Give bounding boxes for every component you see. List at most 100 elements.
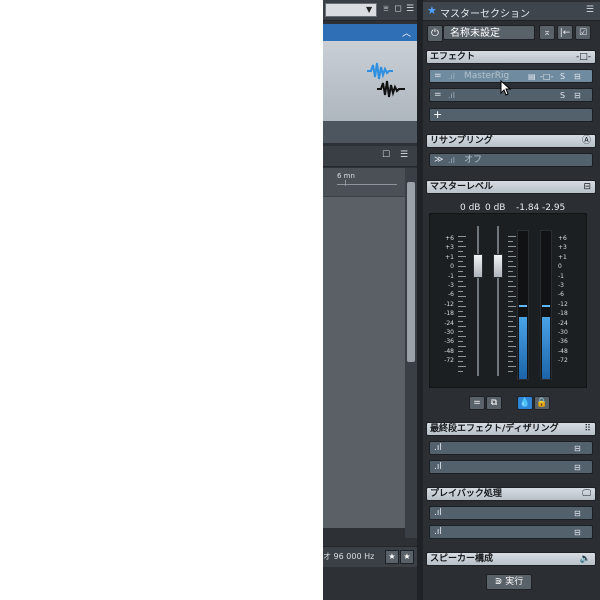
playback-header[interactable]: プレイバック処理 🖵: [426, 487, 596, 501]
load-preset-icon[interactable]: |←: [557, 25, 573, 40]
lock-icon[interactable]: 🔒: [534, 396, 550, 410]
checkbox-icon[interactable]: ☐: [381, 150, 391, 161]
playback-title: プレイバック処理: [430, 489, 502, 499]
bypass-icon[interactable]: -□-: [540, 70, 553, 83]
tick-mark: [458, 356, 466, 357]
scale-tick-label: -72: [558, 357, 568, 365]
tick-mark: [508, 346, 516, 347]
edit-icon[interactable]: ▤: [528, 70, 536, 83]
monitor-icon[interactable]: 🖵: [582, 488, 591, 501]
tick-mark: [508, 356, 516, 357]
scrollbar-thumb[interactable]: [407, 182, 415, 362]
scale-tick-label: -36: [558, 338, 568, 346]
tick-mark: [508, 276, 516, 277]
solo-icon[interactable]: S: [560, 89, 565, 102]
tick-mark: [458, 246, 466, 247]
preset-menu-icon[interactable]: ⌅: [539, 25, 555, 40]
tick-mark: [458, 366, 466, 367]
filter-icon[interactable]: ⩸: [381, 4, 391, 15]
tick-mark: [458, 251, 463, 252]
tick-mark: [458, 346, 466, 347]
mouse-cursor-icon: [500, 80, 512, 96]
resampling-slot[interactable]: ≫ .ıl オフ: [429, 153, 593, 167]
resample-icon[interactable]: Ⓐ: [582, 135, 591, 148]
meter-bars-icon: .ıl: [434, 527, 442, 537]
gain-right-value[interactable]: 0 dB: [485, 203, 505, 213]
fader-right-cap[interactable]: [493, 254, 503, 278]
drag-handle-icon[interactable]: =: [434, 89, 442, 102]
tick-mark: [458, 236, 466, 237]
master-level-title: マスターレベル: [430, 182, 494, 192]
time-ruler[interactable]: 6 mn: [323, 168, 405, 197]
tick-mark: [508, 266, 516, 267]
add-effect-button[interactable]: +: [429, 108, 593, 122]
menu-icon[interactable]: ☰: [405, 4, 415, 15]
drop-icon[interactable]: 💧: [517, 396, 533, 410]
remove-icon[interactable]: ⊟: [574, 507, 581, 520]
final-effect-slot-1[interactable]: .ıl ⊟: [429, 441, 593, 455]
star-icon[interactable]: ★: [400, 550, 414, 564]
track-area[interactable]: [323, 168, 405, 528]
waveform-overview: [323, 41, 417, 121]
speakers-header[interactable]: スピーカー構成 🔈: [426, 552, 596, 566]
status-bar: オ 96 000 Hz ★ ★: [323, 546, 417, 567]
link-faders-icon[interactable]: =: [469, 396, 485, 410]
preset-name-field[interactable]: 名称未設定: [443, 25, 535, 40]
tick-mark: [508, 281, 513, 282]
menu-icon[interactable]: ☰: [586, 5, 594, 15]
meter-icon[interactable]: ⊟: [583, 181, 591, 194]
run-button[interactable]: ⋑ 実行: [486, 574, 532, 590]
menu-icon[interactable]: ☰: [399, 150, 409, 161]
final-effects-header[interactable]: 最終段エフェクト/ディザリング ⠿: [426, 422, 596, 436]
tick-mark: [458, 336, 466, 337]
chain-icon[interactable]: ⧉: [486, 396, 502, 410]
speaker-icon[interactable]: 🔈: [580, 553, 591, 566]
tick-mark: [508, 236, 516, 237]
gain-left-value[interactable]: 0 dB: [460, 203, 480, 213]
tick-mark: [508, 306, 516, 307]
scale-tick-label: -24: [558, 319, 568, 327]
peak-right-value: -2.95: [542, 203, 566, 213]
playback-slot-2[interactable]: .ıl ⊟: [429, 525, 593, 539]
grid-icon[interactable]: ⠿: [584, 423, 591, 436]
final-effect-slot-2[interactable]: .ıl ⊟: [429, 460, 593, 474]
tick-mark: [508, 371, 513, 372]
forward-icon[interactable]: ≫: [434, 154, 443, 167]
solo-icon[interactable]: S: [560, 70, 565, 83]
master-section-title-bar: ★ マスターセクション ☰: [423, 2, 600, 21]
tick-mark: [508, 336, 516, 337]
plugin-icon[interactable]: -□-: [576, 51, 591, 64]
remove-icon[interactable]: ⊟: [574, 461, 581, 474]
star-add-icon[interactable]: ★: [385, 550, 399, 564]
effects-header[interactable]: エフェクト -□-: [426, 50, 596, 64]
scale-tick-label: -72: [444, 357, 454, 365]
window-icon[interactable]: ◻: [393, 4, 403, 15]
master-level-header[interactable]: マスターレベル ⊟: [426, 180, 596, 194]
remove-icon[interactable]: ⊟: [574, 89, 581, 102]
meter-scale-right: +6 +3 +1 0 -1 -3 -6 -12 -18 -24 -30 -36 -48 -72: [558, 236, 580, 366]
editor-dropdown[interactable]: ▼: [325, 3, 377, 17]
meter-bars-icon: .ıl: [448, 156, 455, 165]
tick-mark: [508, 256, 516, 257]
scale-tick-label: +6: [445, 235, 454, 242]
remove-icon[interactable]: ⊟: [574, 70, 581, 83]
fader-left-cap[interactable]: [473, 254, 483, 278]
scale-tick-label: 0: [450, 263, 454, 271]
drag-handle-icon[interactable]: =: [434, 70, 442, 83]
playback-slot-1[interactable]: .ıl ⊟: [429, 506, 593, 520]
render-icon: ⋑: [494, 577, 506, 587]
resampling-header[interactable]: リサンプリング Ⓐ: [426, 134, 596, 148]
tick-mark: [508, 331, 513, 332]
sample-rate-label[interactable]: オ 96 000 Hz: [323, 551, 374, 562]
fader-left[interactable]: [473, 226, 483, 376]
ruler-label: 6 mn: [337, 172, 355, 180]
preset-row: ⏻ 名称未設定 ⌅ |← ☑: [423, 23, 600, 45]
chevron-up-icon[interactable]: ︿: [402, 26, 411, 39]
remove-icon[interactable]: ⊟: [574, 442, 581, 455]
fader-right[interactable]: [493, 226, 503, 376]
scale-tick-label: -24: [444, 319, 454, 327]
power-icon[interactable]: ⏻: [427, 25, 443, 42]
save-preset-icon[interactable]: ☑: [575, 25, 591, 40]
effects-title: エフェクト: [430, 52, 476, 62]
remove-icon[interactable]: ⊟: [574, 526, 581, 539]
